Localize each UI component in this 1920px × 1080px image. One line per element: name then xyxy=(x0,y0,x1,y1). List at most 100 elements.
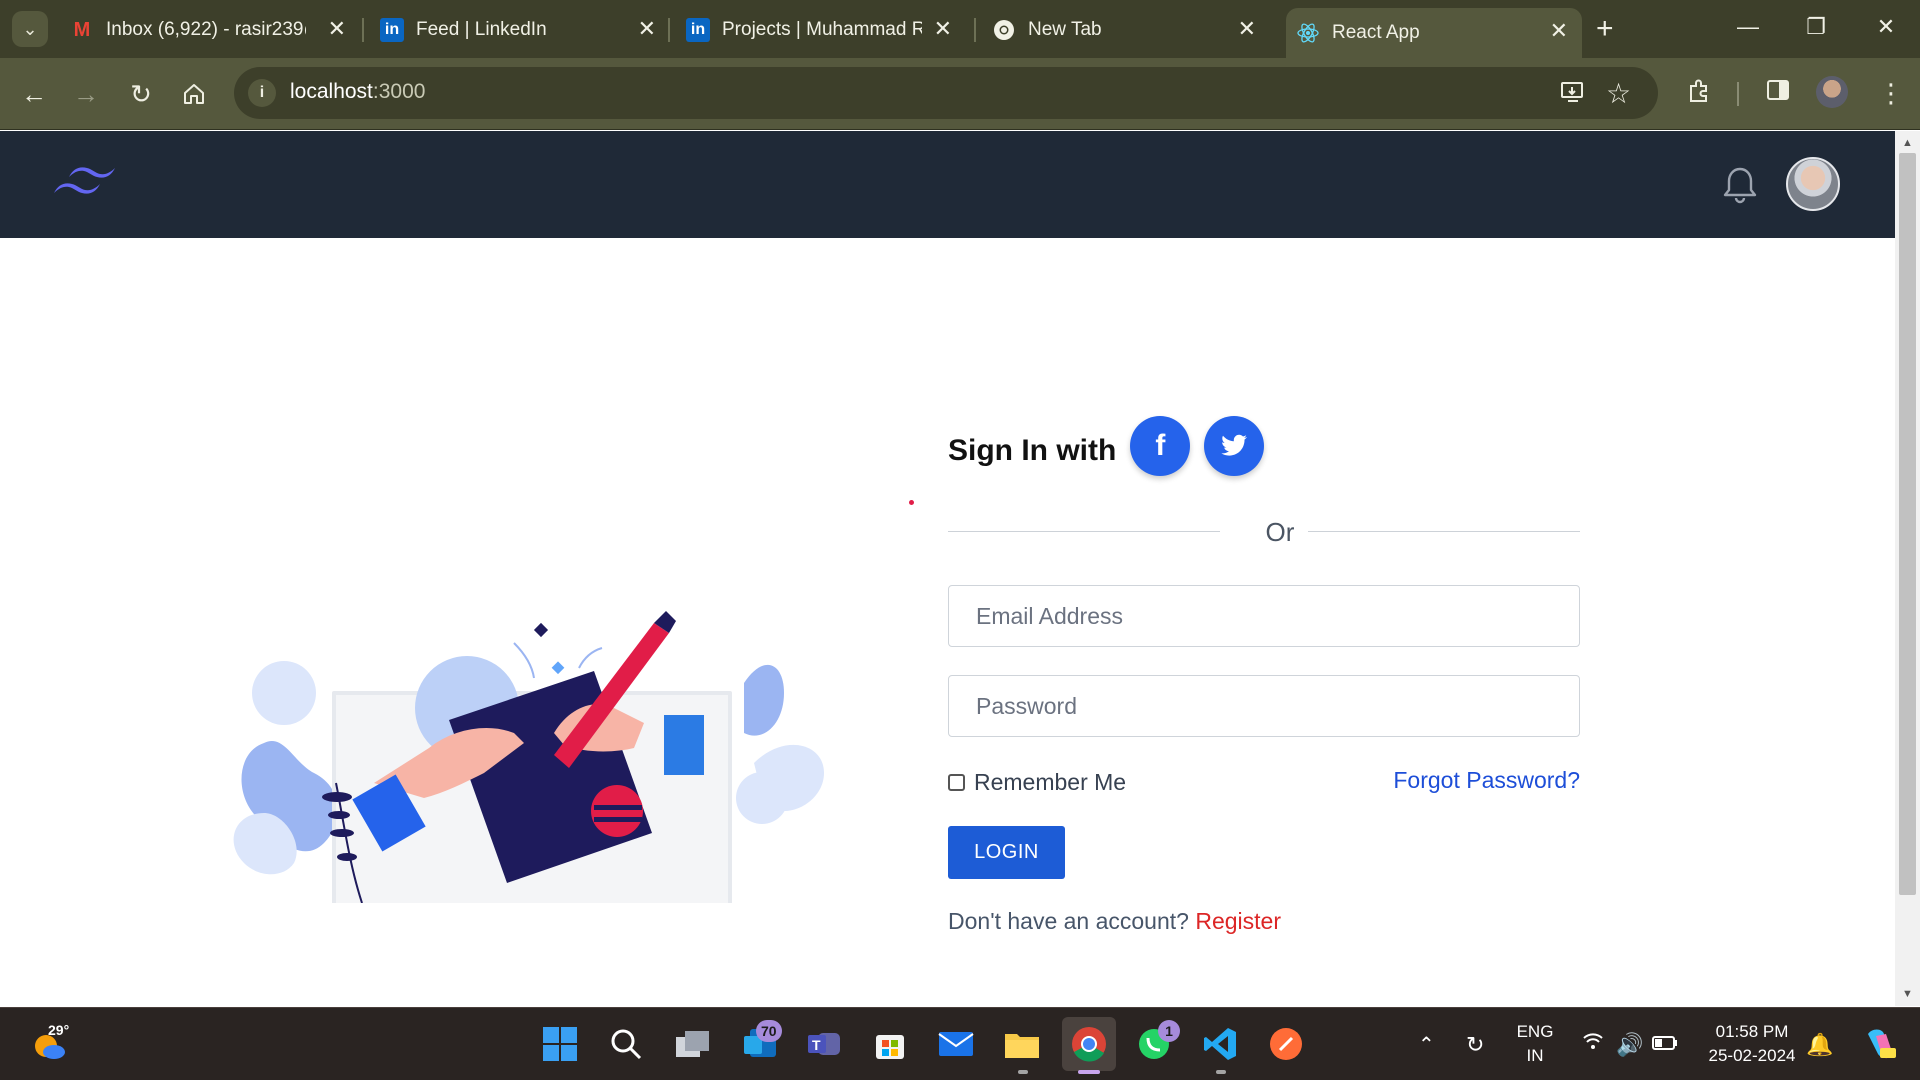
facebook-login-button[interactable]: f xyxy=(1130,416,1191,476)
remember-label: Remember Me xyxy=(974,769,1127,795)
divider-line xyxy=(1308,531,1580,532)
url-text[interactable]: localhost:3000 xyxy=(290,80,425,104)
start-windows-icon[interactable] xyxy=(540,1024,580,1064)
tab-linkedin-projects[interactable]: in Projects | Muhammad Ra ✕ xyxy=(676,8,966,52)
volume-icon[interactable]: 🔊 xyxy=(1616,1032,1643,1058)
clock-time[interactable]: 01:58 PM xyxy=(1692,1022,1812,1042)
register-link[interactable]: Register xyxy=(1195,908,1281,934)
file-explorer-icon[interactable] xyxy=(1002,1024,1042,1064)
signin-title: Sign In with xyxy=(948,434,1117,467)
tab-separator xyxy=(668,18,670,42)
register-prompt: Don't have an account? Register xyxy=(948,908,1281,935)
mail-icon[interactable] xyxy=(936,1024,976,1064)
side-panel-icon[interactable] xyxy=(1766,78,1790,109)
react-icon xyxy=(1296,21,1320,45)
extensions-puzzle-icon[interactable] xyxy=(1686,78,1712,111)
app-running-indicator xyxy=(1018,1070,1028,1074)
address-bar[interactable]: i localhost:3000 ☆ xyxy=(234,67,1658,119)
notification-center-icon[interactable]: 🔔 xyxy=(1806,1032,1833,1058)
clock-date: 25-02-2024 xyxy=(1708,1046,1796,1065)
tab-separator xyxy=(974,18,976,42)
language-indicator-top[interactable]: ENG xyxy=(1512,1022,1558,1042)
scroll-thumb[interactable] xyxy=(1899,153,1916,895)
install-app-icon[interactable] xyxy=(1560,79,1586,112)
forgot-password-link[interactable]: Forgot Password? xyxy=(1390,767,1580,794)
close-icon[interactable]: ✕ xyxy=(1550,20,1568,42)
scroll-down-arrow-icon[interactable]: ▼ xyxy=(1902,988,1913,1000)
page-scrollbar[interactable]: ▲ ▼ xyxy=(1895,131,1920,1006)
minimize-icon[interactable]: — xyxy=(1728,14,1768,40)
whatsapp-badge: 1 xyxy=(1158,1020,1180,1042)
chrome-taskbar-icon[interactable] xyxy=(1062,1017,1116,1071)
chevron-up-icon[interactable]: ⌃ xyxy=(1418,1032,1435,1057)
scroll-up-arrow-icon[interactable]: ▲ xyxy=(1902,137,1913,149)
linkedin-icon: in xyxy=(380,18,404,42)
user-avatar[interactable] xyxy=(1786,157,1840,211)
decorative-dot xyxy=(909,500,914,505)
reload-icon[interactable]: ↻ xyxy=(125,78,157,110)
language-indicator-bottom: IN xyxy=(1526,1046,1544,1065)
new-tab-plus-icon[interactable]: + xyxy=(1596,14,1614,44)
app-running-indicator xyxy=(1216,1070,1226,1074)
close-icon[interactable]: ✕ xyxy=(934,18,952,40)
remember-checkbox[interactable] xyxy=(948,774,965,791)
tailwind-logo[interactable] xyxy=(52,163,118,205)
wifi-icon[interactable] xyxy=(1582,1032,1604,1056)
profile-avatar[interactable] xyxy=(1816,76,1848,108)
tab-title: Feed | LinkedIn xyxy=(416,19,547,40)
facebook-icon: f xyxy=(1155,429,1166,462)
task-view-icon[interactable] xyxy=(673,1024,713,1064)
close-icon[interactable]: ✕ xyxy=(328,18,346,40)
linkedin-icon: in xyxy=(686,18,710,42)
remember-me[interactable]: Remember Me xyxy=(948,769,1126,796)
toolbar-separator xyxy=(1737,82,1739,106)
microsoft-store-icon[interactable] xyxy=(870,1024,910,1064)
window-close-icon[interactable]: ✕ xyxy=(1866,14,1906,40)
gmail-icon: M xyxy=(73,18,91,41)
tab-gmail[interactable]: M Inbox (6,922) - rasir239@ ✕ xyxy=(60,8,360,52)
svg-text:T: T xyxy=(812,1037,821,1053)
battery-icon[interactable] xyxy=(1652,1032,1678,1058)
page-viewport: Sign In with f Or Remember Me Forgot Pas… xyxy=(0,131,1895,1006)
sync-icon[interactable]: ↻ xyxy=(1466,1032,1484,1058)
register-prompt-text: Don't have an account? xyxy=(948,908,1189,934)
chrome-icon xyxy=(992,18,1016,42)
or-divider: Or xyxy=(948,511,1580,551)
menu-kebab-icon[interactable]: ⋮ xyxy=(1878,78,1904,109)
copilot-icon[interactable] xyxy=(1862,1026,1898,1068)
site-info-icon[interactable]: i xyxy=(248,79,276,107)
teams-icon[interactable]: T xyxy=(804,1024,844,1064)
home-icon[interactable] xyxy=(178,78,210,110)
browser-toolbar: ← → ↻ i localhost:3000 ☆ ⋮ xyxy=(0,58,1920,130)
search-icon[interactable] xyxy=(606,1024,646,1064)
tab-title: React App xyxy=(1332,22,1420,43)
app-navbar xyxy=(0,131,1895,238)
url-host: localhost xyxy=(290,80,373,103)
bookmark-star-icon[interactable]: ☆ xyxy=(1606,77,1631,110)
tab-linkedin-feed[interactable]: in Feed | LinkedIn ✕ xyxy=(370,8,670,52)
login-button[interactable]: LOGIN xyxy=(948,826,1065,879)
tab-react-app[interactable]: React App ✕ xyxy=(1286,8,1582,58)
vscode-icon[interactable] xyxy=(1200,1024,1240,1064)
bell-icon[interactable] xyxy=(1722,165,1758,205)
tab-new-tab[interactable]: New Tab ✕ xyxy=(982,8,1270,52)
windows-taskbar: 29° 70 T 1 ⌃ ↻ ENG IN 🔊 01:58 PM 25-02-2… xyxy=(0,1007,1920,1080)
twitter-bird-icon xyxy=(1221,434,1248,456)
divider-line xyxy=(948,531,1220,532)
url-port: :3000 xyxy=(372,80,426,103)
close-icon[interactable]: ✕ xyxy=(1238,18,1256,40)
forward-arrow-icon[interactable]: → xyxy=(70,78,102,110)
close-icon[interactable]: ✕ xyxy=(638,18,656,40)
weather-temperature: 29° xyxy=(48,1022,70,1038)
outlook-badge: 70 xyxy=(756,1020,782,1042)
divider-text: Or xyxy=(1265,517,1295,547)
restore-icon[interactable]: ❐ xyxy=(1796,14,1836,40)
email-field[interactable] xyxy=(948,585,1580,647)
tab-search-chevron-icon[interactable]: ⌄ xyxy=(12,11,48,47)
tab-title: New Tab xyxy=(1028,19,1102,40)
login-illustration xyxy=(233,611,824,903)
postman-icon[interactable] xyxy=(1266,1024,1306,1064)
back-arrow-icon[interactable]: ← xyxy=(18,78,50,110)
password-field[interactable] xyxy=(948,675,1580,737)
twitter-login-button[interactable] xyxy=(1204,416,1265,476)
